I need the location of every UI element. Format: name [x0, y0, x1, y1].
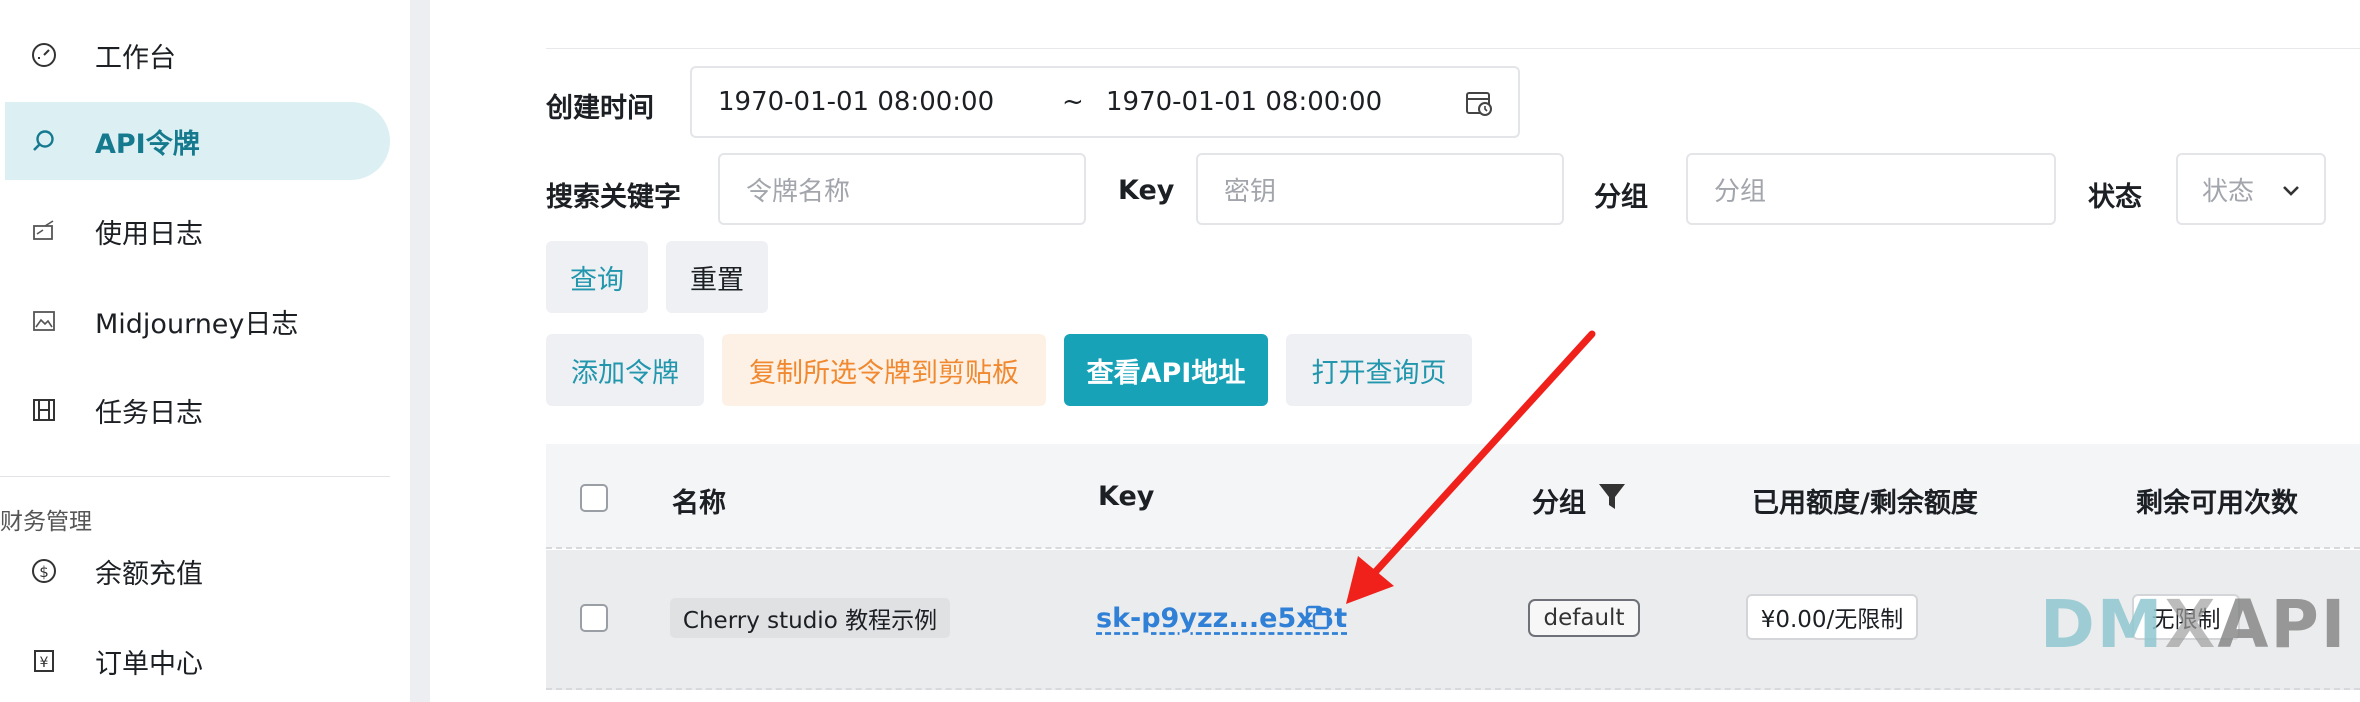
sidebar-item-label: 任务日志 [95, 397, 203, 429]
group-input[interactable]: 分组 [1686, 153, 2056, 225]
created-time-label: 创建时间 [546, 93, 654, 124]
token-name-placeholder: 令牌名称 [746, 176, 851, 207]
column-header-name: 名称 [672, 488, 726, 519]
sidebar-item-label: API令牌 [95, 128, 200, 160]
dollar-circle-icon: $ [31, 558, 57, 584]
svg-text:$: $ [39, 563, 49, 581]
row-separator [546, 688, 2360, 690]
annotation-arrow-icon [1346, 330, 1596, 604]
key-input[interactable]: 密钥 [1196, 153, 1564, 225]
section-title-finance: 财务管理 [0, 509, 92, 535]
end-time-value: 1970-01-01 08:00:00 [1106, 87, 1383, 117]
status-placeholder: 状态 [2202, 176, 2255, 207]
calendar-icon[interactable] [1464, 88, 1494, 125]
group-label: 分组 [1594, 182, 1648, 213]
status-label: 状态 [2088, 182, 2142, 213]
yen-receipt-icon: ¥ [31, 648, 57, 674]
copy-selected-tokens-button[interactable]: 复制所选令牌到剪贴板 [722, 334, 1046, 406]
date-range-picker[interactable]: 1970-01-01 08:00:00 ~ 1970-01-01 08:00:0… [690, 66, 1520, 138]
sidebar-item-label: 使用日志 [95, 218, 203, 250]
sidebar-item-api-tokens[interactable]: API令牌 [5, 102, 390, 180]
sidebar-item-usage-log[interactable]: 使用日志 [0, 192, 390, 270]
sidebar-item-task-log[interactable]: 任务日志 [0, 371, 390, 449]
chevron-down-icon [2280, 179, 2302, 209]
sidebar-item-label: 订单中心 [95, 648, 203, 680]
start-time-value: 1970-01-01 08:00:00 [718, 87, 995, 117]
search-icon [31, 128, 57, 154]
sidebar-item-orders[interactable]: ¥ 订单中心 [0, 622, 390, 700]
film-icon [31, 397, 57, 423]
sidebar-item-label: Midjourney日志 [95, 308, 299, 340]
quota-tag: ¥0.00/无限制 [1746, 594, 1918, 640]
sidebar-divider [0, 476, 390, 477]
dashboard-icon [31, 42, 57, 68]
token-name-input[interactable]: 令牌名称 [718, 153, 1086, 225]
query-button[interactable]: 查询 [546, 241, 648, 313]
column-header-quota: 已用额度/剩余额度 [1752, 488, 1978, 519]
reset-button[interactable]: 重置 [666, 241, 768, 313]
select-all-checkbox[interactable] [580, 484, 608, 512]
sidebar-item-label: 工作台 [95, 42, 176, 74]
status-select[interactable]: 状态 [2176, 153, 2326, 225]
sidebar-item-dashboard[interactable]: 工作台 [0, 16, 390, 94]
dmxapi-watermark-logo: DMXAPI [2040, 586, 2348, 663]
token-name-tag: Cherry studio 教程示例 [670, 598, 950, 638]
log-icon [31, 218, 57, 244]
search-keyword-label: 搜索关键字 [546, 182, 681, 213]
sidebar-item-recharge[interactable]: $ 余额充值 [0, 532, 390, 610]
sidebar-scroll-track [410, 0, 430, 702]
image-icon [31, 308, 57, 334]
header-divider [546, 48, 2360, 49]
column-header-remaining: 剩余可用次数 [2136, 488, 2298, 519]
view-api-address-button[interactable]: 查看API地址 [1064, 334, 1268, 406]
key-placeholder: 密钥 [1224, 176, 1277, 207]
range-separator: ~ [1062, 87, 1084, 117]
svg-text:¥: ¥ [40, 655, 49, 671]
sidebar-item-label: 余额充值 [95, 558, 203, 590]
sidebar: 工作台 API令牌 使用日志 Midjourney日志 任务日志 财务管理 $ … [0, 0, 410, 702]
row-checkbox[interactable] [580, 604, 608, 632]
sidebar-item-midjourney-log[interactable]: Midjourney日志 [0, 282, 390, 360]
group-placeholder: 分组 [1714, 176, 1767, 207]
key-label: Key [1118, 175, 1175, 206]
column-header-key: Key [1098, 481, 1155, 512]
add-token-button[interactable]: 添加令牌 [546, 334, 704, 406]
